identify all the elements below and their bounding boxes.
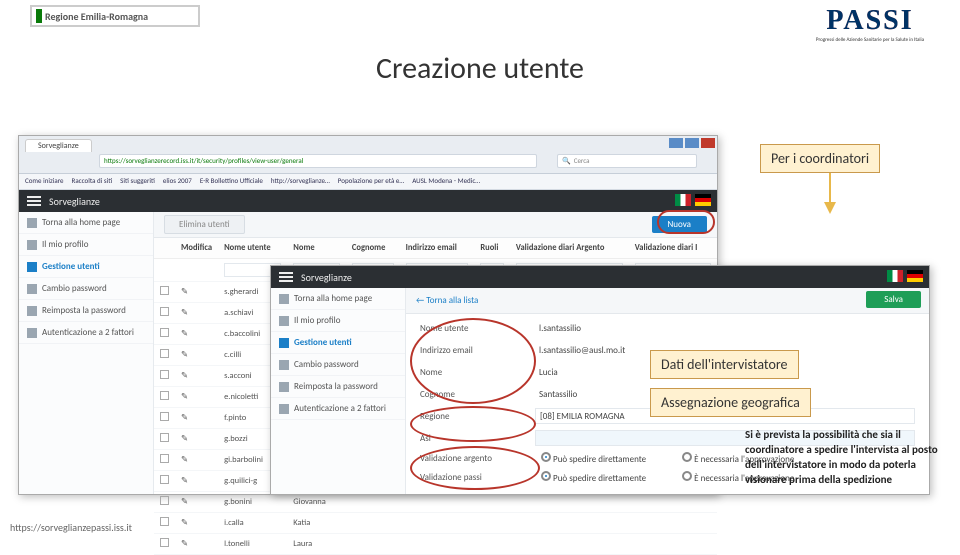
sidebar-item-profile[interactable]: Il mio profilo [271, 310, 405, 332]
sidebar-item-reset[interactable]: Reimposta la password [271, 376, 405, 398]
sidebar: Torna alla home page Il mio profilo Gest… [19, 212, 154, 494]
browser-tab[interactable]: Sorveglianze [25, 139, 92, 152]
user-icon [279, 316, 289, 326]
refresh-icon [279, 382, 289, 392]
shield-icon [27, 328, 37, 338]
browser-chrome: Sorveglianze https://sorveglianzerecord.… [19, 136, 717, 174]
back-link[interactable]: ← Torna alla lista [416, 295, 478, 306]
sidebar-item-reset[interactable]: Reimposta la password [19, 300, 153, 322]
logo-passi-sub: Progressi delle Aziende Sanitarie per la… [810, 37, 930, 43]
app-title: Sorveglianze [301, 271, 352, 284]
sidebar-item-password[interactable]: Cambio password [271, 354, 405, 376]
value-username: l.santassilio [535, 320, 915, 336]
sidebar-item-2fa[interactable]: Autenticazione a 2 fattori [19, 322, 153, 344]
browser-search[interactable]: 🔍Cerca [557, 154, 697, 168]
highlight-geo [410, 406, 536, 442]
logo-regione: Regione Emilia-Romagna [30, 5, 200, 27]
refresh-icon [27, 306, 37, 316]
logo-passi: PASSI Progressi delle Aziende Sanitarie … [810, 5, 930, 55]
language-flags[interactable] [887, 270, 923, 282]
app-bar: Sorveglianze [19, 190, 717, 212]
logo-passi-text: PASSI [810, 5, 930, 37]
sidebar: Torna alla home page Il mio profilo Gest… [271, 288, 406, 494]
user-icon [27, 240, 37, 250]
delete-button[interactable]: Elimina utenti [164, 215, 245, 234]
users-icon [279, 338, 289, 348]
form-toolbar: ← Torna alla lista Salva [406, 288, 929, 314]
sidebar-item-users[interactable]: Gestione utenti [19, 256, 153, 278]
bookmarks-bar[interactable]: Come iniziareRaccolta di sitiSiti sugger… [19, 174, 717, 190]
sidebar-item-home[interactable]: Torna alla home page [271, 288, 405, 310]
callout-coordinatori: Per i coordinatori [760, 144, 880, 173]
sidebar-item-password[interactable]: Cambio password [19, 278, 153, 300]
window-buttons[interactable] [669, 138, 715, 148]
footer-url: https://sorveglianzepassi.iss.it [10, 521, 132, 534]
flag-it-icon[interactable] [887, 270, 903, 282]
sidebar-item-home[interactable]: Torna alla home page [19, 212, 153, 234]
sidebar-item-profile[interactable]: Il mio profilo [19, 234, 153, 256]
flag-it-icon[interactable] [675, 194, 691, 206]
note-spedizione: Si è prevista la possibilità che sia il … [745, 428, 945, 487]
callout-dati: Dati dell'intervistatore [650, 350, 799, 379]
shield-icon [279, 404, 289, 414]
home-icon [27, 218, 37, 228]
sidebar-item-users[interactable]: Gestione utenti [271, 332, 405, 354]
lock-icon [279, 360, 289, 370]
logo-regione-text: Regione Emilia-Romagna [45, 10, 148, 23]
page-title: Creazione utente [0, 50, 960, 87]
app-title: Sorveglianze [49, 195, 100, 208]
flag-de-icon[interactable] [907, 270, 923, 282]
users-icon [27, 262, 37, 272]
address-bar[interactable]: https://sorveglianzerecord.iss.it/it/sec… [99, 154, 537, 168]
language-flags[interactable] [675, 194, 711, 206]
lock-icon [27, 284, 37, 294]
app-bar: Sorveglianze [271, 266, 929, 288]
highlight-validazione [410, 446, 540, 490]
highlight-nuova [657, 210, 715, 234]
table-row[interactable]: ✎l.tonelliLaura [154, 534, 717, 555]
radio-arg-direct[interactable]: Può spedire direttamente [541, 452, 646, 465]
list-toolbar: Elimina utenti Nuova [154, 212, 717, 238]
highlight-dati [410, 318, 536, 404]
flag-de-icon[interactable] [695, 194, 711, 206]
arrow-nuova [820, 168, 840, 219]
menu-icon[interactable] [279, 272, 293, 282]
sidebar-item-2fa[interactable]: Autenticazione a 2 fattori [271, 398, 405, 420]
home-icon [279, 294, 289, 304]
table-row[interactable]: ✎i.callaKatia [154, 513, 717, 534]
save-button[interactable]: Salva [866, 291, 921, 308]
radio-passi-direct[interactable]: Può spedire direttamente [541, 471, 646, 484]
menu-icon[interactable] [27, 196, 41, 206]
callout-geo: Assegnazione geografica [650, 388, 811, 417]
